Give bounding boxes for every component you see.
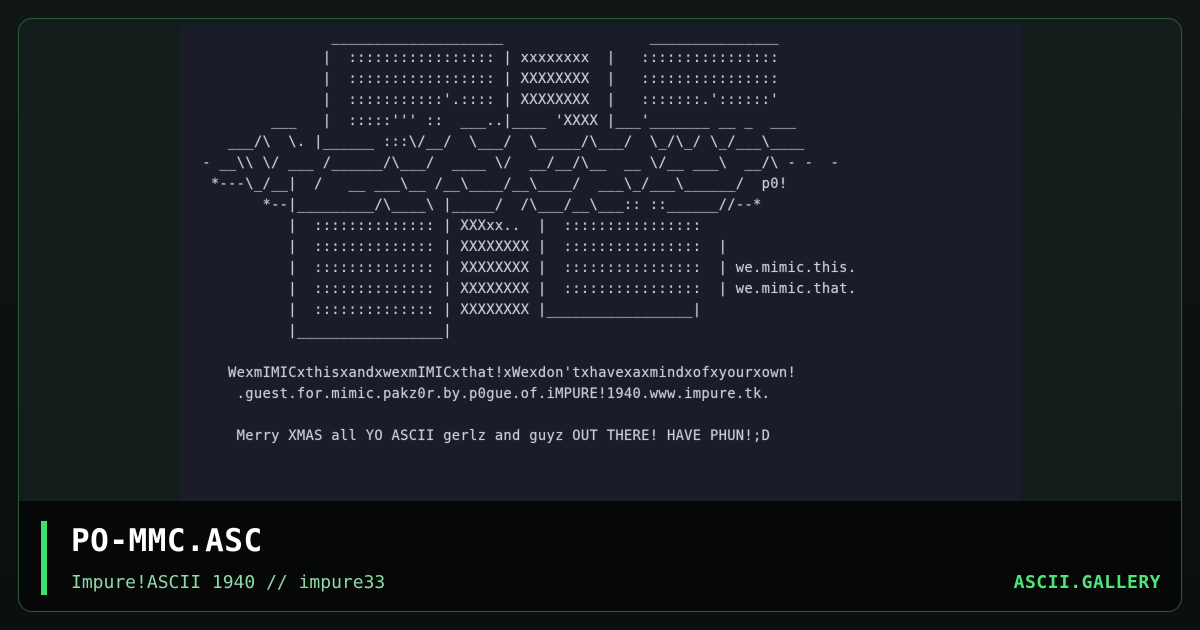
accent-bar — [41, 521, 47, 595]
ascii-art-frame: ____________________ _______________ | :… — [181, 25, 1021, 501]
artwork-card[interactable]: ____________________ _______________ | :… — [18, 18, 1182, 612]
artwork-title: PO-MMC.ASC — [71, 523, 263, 559]
artwork-credit: Impure!ASCII 1940 // impure33 — [71, 572, 386, 593]
ascii-art: ____________________ _______________ | :… — [202, 29, 857, 444]
card-footer: PO-MMC.ASC Impure!ASCII 1940 // impure33… — [19, 501, 1181, 611]
site-brand-link[interactable]: ASCII.GALLERY — [1014, 572, 1161, 593]
